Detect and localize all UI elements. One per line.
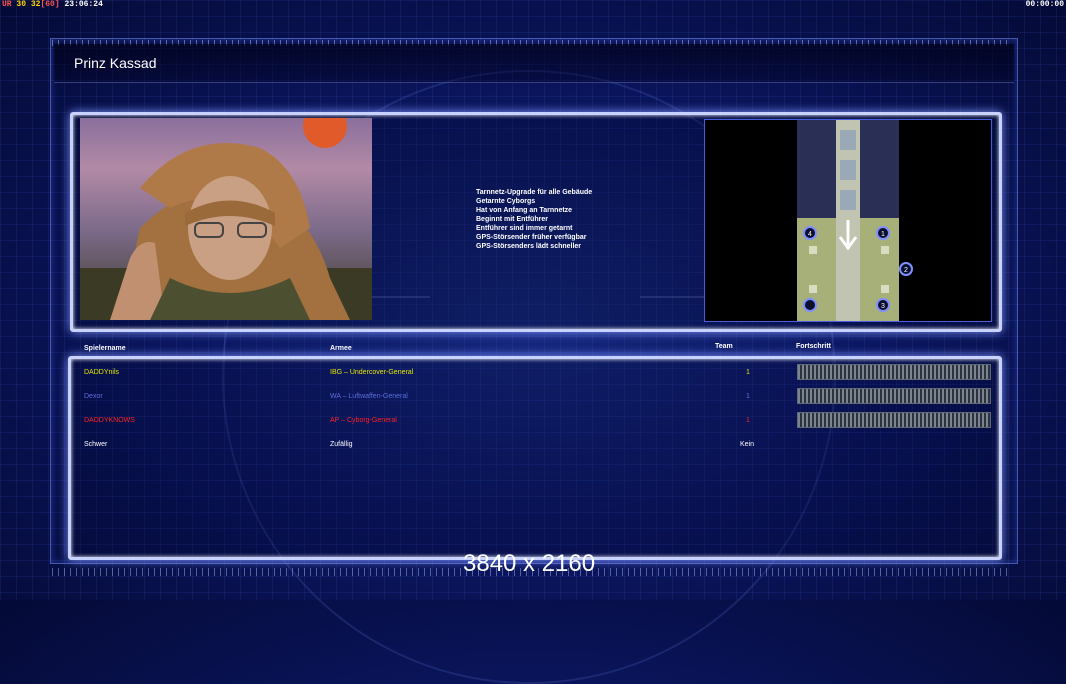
- player-team: 1: [746, 369, 750, 376]
- general-feature-list: Tarnnetz-Upgrade für alle Gebäude Getarn…: [476, 188, 592, 251]
- status-readout-right: 00:00:00: [1025, 0, 1064, 9]
- map-preview: 4 1 2 3: [704, 119, 992, 322]
- player-name: Dexor: [84, 393, 103, 400]
- player-army: Zufällig: [330, 441, 353, 448]
- feature-item: Tarnnetz-Upgrade für alle Gebäude: [476, 189, 593, 196]
- player-army: WA – Luftwaffen-General: [330, 393, 408, 400]
- start-position-marker[interactable]: 4: [803, 226, 817, 240]
- start-position-marker[interactable]: 3: [876, 298, 890, 312]
- feature-item: GPS-Störsenders lädt schneller: [476, 243, 582, 250]
- feature-item: Getarnte Cyborgs: [476, 198, 536, 205]
- player-team: 1: [746, 417, 750, 424]
- start-position-marker[interactable]: 2: [899, 262, 913, 276]
- general-name-title: Prinz Kassad: [74, 55, 157, 71]
- status-readout-left: UR 30 32[60] 23:06:24: [2, 0, 103, 9]
- start-position-marker[interactable]: [803, 298, 817, 312]
- player-team: 1: [746, 393, 750, 400]
- player-name: DADDYnils: [84, 369, 120, 376]
- progress-bar: [797, 412, 991, 428]
- feature-item: Beginnt mit Entführer: [476, 216, 548, 223]
- progress-bar: [797, 364, 991, 380]
- column-header-army: Armee: [330, 345, 352, 352]
- column-header-team: Team: [715, 343, 733, 350]
- column-header-player-name: Spielername: [84, 345, 126, 352]
- progress-bar: [797, 388, 991, 404]
- feature-item: Hat von Anfang an Tarnnetze: [476, 207, 573, 214]
- player-army: AP – Cyborg-General: [330, 417, 397, 424]
- title-bar: [54, 44, 1014, 83]
- start-position-marker[interactable]: 1: [876, 226, 890, 240]
- player-name: Schwer: [84, 441, 108, 448]
- column-header-progress: Fortschritt: [796, 343, 831, 350]
- player-name: DADDYKNOWS: [84, 417, 135, 424]
- general-portrait: [80, 118, 372, 320]
- feature-item: GPS-Störsender früher verfügbar: [476, 234, 587, 241]
- resolution-watermark: 3840 x 2160: [463, 550, 596, 577]
- player-army: IBG – Undercover-General: [330, 369, 414, 376]
- player-list-panel: [68, 356, 1002, 560]
- player-team: Kein: [740, 441, 755, 448]
- feature-item: Entführer sind immer getarnt: [476, 225, 573, 232]
